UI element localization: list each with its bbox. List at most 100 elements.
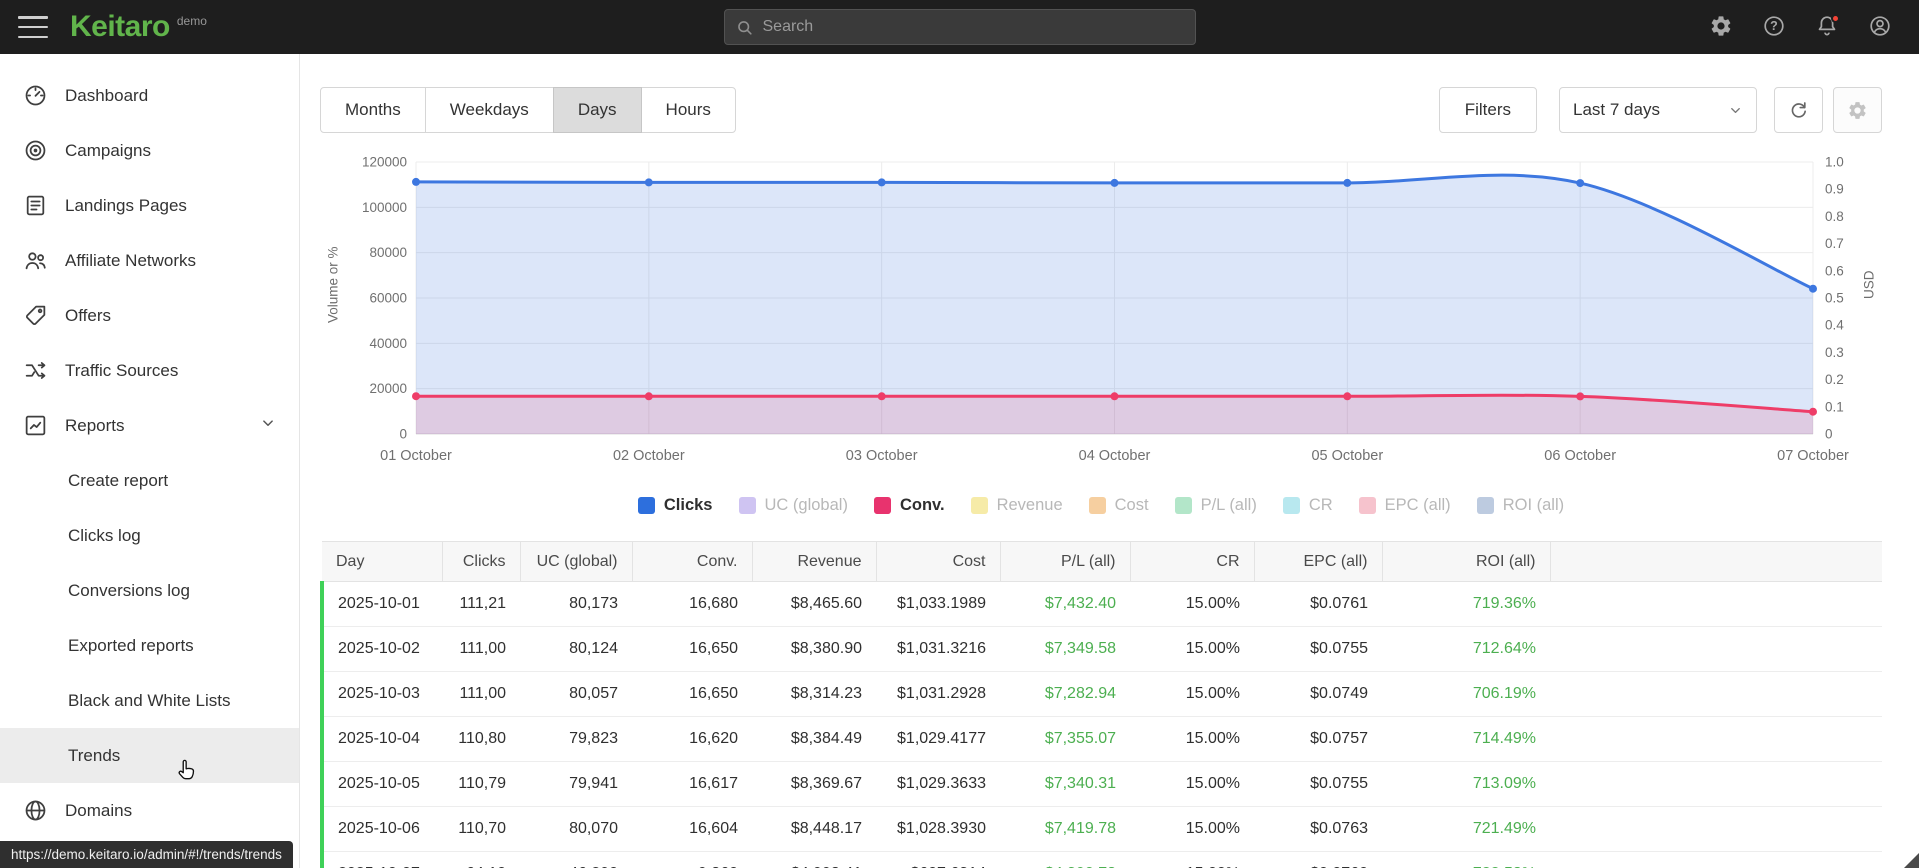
legend-item-conv[interactable]: Conv.: [873, 496, 945, 515]
cell-epc-all: $0.0757: [1254, 716, 1382, 762]
svg-text:06 October: 06 October: [1544, 448, 1616, 464]
legend-item-uc-global[interactable]: UC (global): [738, 495, 848, 515]
cell-conv: 16,650: [632, 626, 752, 672]
domains-icon: [22, 798, 48, 824]
sidebar-item-dashboard[interactable]: Dashboard: [0, 68, 299, 123]
col-day[interactable]: Day: [322, 541, 443, 582]
legend-item-cost[interactable]: Cost: [1088, 496, 1149, 515]
col-clicks[interactable]: Clicks: [442, 541, 521, 582]
cell-cost: $1,033.1989: [876, 581, 1000, 627]
legend-swatch: [873, 496, 891, 514]
sidebar-item-offers[interactable]: Offers: [0, 288, 299, 343]
traffic-icon: [22, 358, 48, 384]
chart-settings-button[interactable]: [1833, 87, 1882, 133]
svg-text:0: 0: [399, 427, 407, 442]
svg-text:0.7: 0.7: [1825, 236, 1844, 251]
legend-item-revenue[interactable]: Revenue: [970, 495, 1063, 515]
legend-swatch: [970, 496, 988, 514]
logo-demo-badge: demo: [176, 14, 207, 28]
sidebar-item-domains[interactable]: Domains: [0, 783, 299, 838]
col-conv[interactable]: Conv.: [632, 541, 753, 582]
tab-hours[interactable]: Hours: [640, 87, 736, 133]
cell-epc-all: $0.0749: [1254, 671, 1382, 717]
chevron-down-icon: [259, 414, 277, 437]
notifications-button[interactable]: [1814, 14, 1840, 40]
refresh-button[interactable]: [1774, 87, 1823, 133]
dashboard-icon: [22, 83, 48, 109]
legend-label: EPC (all): [1384, 495, 1451, 514]
cell-clicks: 111,00: [442, 626, 520, 672]
tab-months[interactable]: Months: [320, 87, 426, 133]
cell-epc-all: $0.0760: [1254, 851, 1382, 868]
legend-item-cr[interactable]: CR: [1282, 496, 1333, 515]
cell-uc-global: 79,823: [520, 716, 632, 762]
settings-button[interactable]: [1708, 14, 1734, 40]
topbar-icons: ?: [1708, 14, 1893, 40]
sidebar-item-label: Exported reports: [68, 635, 194, 655]
sidebar-item-label: Affiliate Networks: [65, 250, 197, 270]
cell-cr: 15.00%: [1130, 761, 1254, 807]
cell-cr: 15.00%: [1130, 581, 1254, 627]
trends-table: Day Clicks UC (global) Conv. Revenue Cost P/L …: [320, 541, 1882, 868]
sidebar-item-label: Traffic Sources: [65, 360, 179, 380]
legend-item-clicks[interactable]: Clicks: [637, 496, 713, 515]
col-p-l-all[interactable]: P/L (all): [1000, 541, 1131, 582]
legend-swatch: [1282, 496, 1300, 514]
app-logo[interactable]: Keitaro demo: [70, 12, 207, 42]
cell-roi-all: 719.36%: [1382, 581, 1550, 627]
y-axis-label-right: USD: [1861, 270, 1877, 300]
cell-roi-all: 721.49%: [1382, 806, 1550, 852]
legend-swatch: [1358, 496, 1376, 514]
sidebar-item-landings-pages[interactable]: Landings Pages: [0, 178, 299, 233]
sidebar-item-campaigns[interactable]: Campaigns: [0, 123, 299, 178]
sidebar-item-traffic-sources[interactable]: Traffic Sources: [0, 343, 299, 398]
col-cr[interactable]: CR: [1130, 541, 1255, 582]
sidebar-item-exported-reports[interactable]: Exported reports: [0, 618, 299, 673]
col-revenue[interactable]: Revenue: [752, 541, 877, 582]
sidebar-item-affiliate-networks[interactable]: Affiliate Networks: [0, 233, 299, 288]
cell-p-l-all: $7,349.58: [1000, 626, 1130, 672]
trends-chart[interactable]: 0 20000 40000 60000 80000 100000 120000 01 Octo…: [346, 149, 1856, 465]
account-button[interactable]: [1867, 14, 1893, 40]
filters-button[interactable]: Filters: [1438, 87, 1537, 133]
cell-epc-all: $0.0761: [1254, 581, 1382, 627]
legend-item-p-l-all[interactable]: P/L (all): [1174, 496, 1257, 515]
col-epc-all[interactable]: EPC (all): [1254, 541, 1383, 582]
cell-clicks: 110,79: [442, 761, 520, 807]
sidebar-nav: Dashboard Campaigns Landings Pages Affiliat…: [0, 68, 299, 838]
sidebar-item-label: Black and White Lists: [68, 690, 231, 710]
cell-conv: 9,860: [632, 851, 752, 868]
sidebar-item-black-and-white-lists[interactable]: Black and White Lists: [0, 673, 299, 728]
legend-label: Revenue: [996, 495, 1063, 514]
sidebar-item-clicks-log[interactable]: Clicks log: [0, 508, 299, 563]
sidebar-item-reports[interactable]: Reports: [0, 398, 299, 453]
campaigns-icon: [22, 138, 48, 164]
sidebar-item-trends[interactable]: Trends: [0, 728, 299, 783]
cell-cost: $607.6314: [876, 851, 1000, 868]
sidebar-item-conversions-log[interactable]: Conversions log: [0, 563, 299, 618]
global-search: [723, 9, 1196, 45]
offers-icon: [22, 303, 48, 329]
search-input[interactable]: [762, 18, 1185, 36]
cell-roi-all: 706.19%: [1382, 671, 1550, 717]
svg-text:0.9: 0.9: [1825, 182, 1844, 197]
legend-item-roi-all[interactable]: ROI (all): [1476, 496, 1564, 515]
tab-weekdays[interactable]: Weekdays: [424, 87, 554, 133]
cell-conv: 16,680: [632, 581, 752, 627]
tab-days[interactable]: Days: [552, 87, 642, 133]
chart-legend: Clicks UC (global) Conv. Revenue Cost P/L (al…: [320, 493, 1882, 517]
svg-text:04 October: 04 October: [1079, 448, 1151, 464]
col-cost[interactable]: Cost: [876, 541, 1001, 582]
legend-item-epc-all[interactable]: EPC (all): [1358, 495, 1451, 515]
sidebar-item-create-report[interactable]: Create report: [0, 453, 299, 508]
help-button[interactable]: ?: [1761, 14, 1787, 40]
col-roi-all[interactable]: ROI (all): [1382, 541, 1551, 582]
cell-roi-all: 712.64%: [1382, 626, 1550, 672]
cell-day: 2025-10-01: [320, 581, 442, 627]
sidebar-item-label: Trends: [68, 745, 121, 765]
cell-epc-all: $0.0763: [1254, 806, 1382, 852]
legend-label: UC (global): [764, 495, 848, 514]
date-range-select[interactable]: Last 7 days: [1559, 87, 1757, 133]
menu-toggle-button[interactable]: [18, 16, 48, 38]
col-uc-global[interactable]: UC (global): [520, 541, 633, 582]
